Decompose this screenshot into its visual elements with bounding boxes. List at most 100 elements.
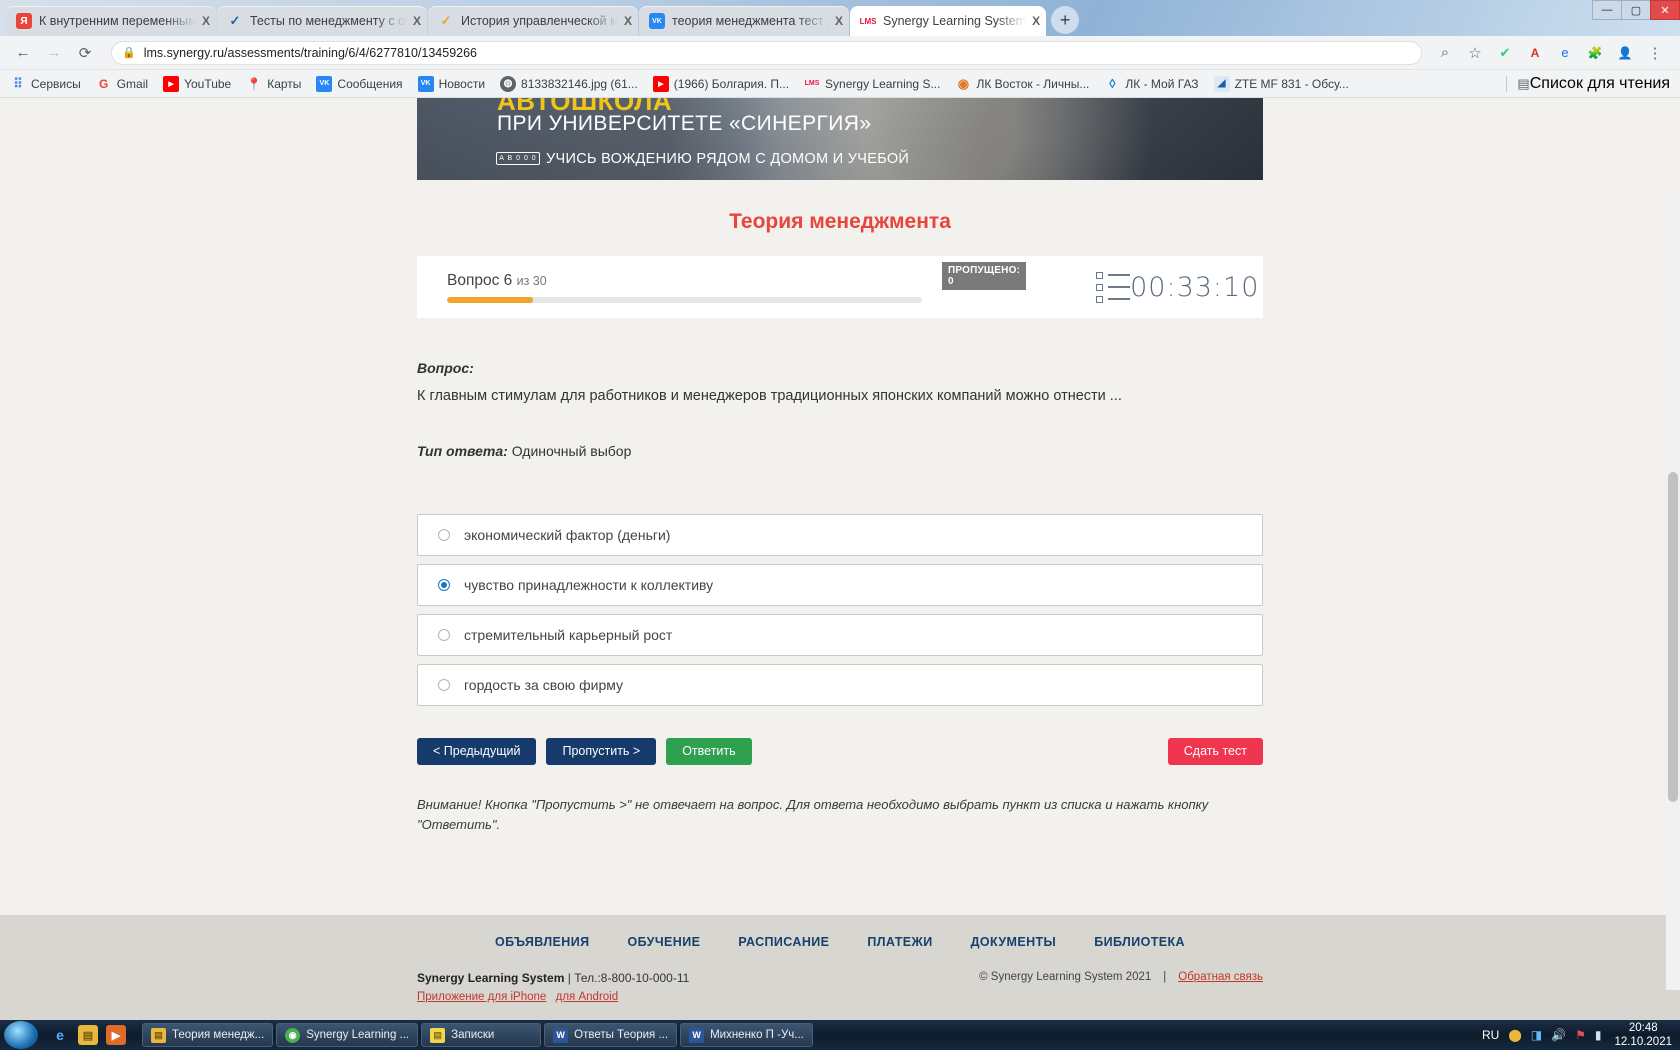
app-iphone-link[interactable]: Приложение для iPhone [417,991,546,1003]
previous-button[interactable]: < Предыдущий [417,737,537,765]
question-progress-block: Вопрос 6 из 30 [447,272,922,303]
bookmark-item[interactable]: ▶ (1966) Болгария. П... [652,75,790,92]
bookmark-label: 8133832146.jpg (61... [521,76,638,91]
bookmark-item[interactable]: 📍 Карты [246,76,302,92]
advertisement-banner[interactable]: АВТОШКОЛА ПРИ УНИВЕРСИТЕТЕ «СИНЕРГИЯ» A … [417,98,1263,180]
tab-close-icon[interactable]: X [413,14,421,28]
footer-link-library[interactable]: БИБЛИОТЕКА [1094,935,1185,949]
minimize-button[interactable]: — [1592,0,1622,20]
bookmark-item[interactable]: ◍ 8133832146.jpg (61... [500,75,638,92]
taskbar-clock[interactable]: 20:48 12.10.2021 [1610,1021,1672,1050]
browser-tab-1[interactable]: ✓ Тесты по менеджменту с ответа X [217,6,427,36]
footer-link-training[interactable]: ОБУЧЕНИЕ [627,935,700,949]
browser-tab-0[interactable]: Я К внутренним переменным орг X [6,6,216,36]
bookmark-item[interactable]: ◉ ЛК Восток - Личны... [955,76,1090,92]
address-bar[interactable]: 🔒 lms.synergy.ru/assessments/training/6/… [111,40,1422,65]
taskbar-item-label: Ответы Теория ... [574,1029,669,1041]
browser-tab-2[interactable]: ✓ История управленческой мысл X [428,6,638,36]
chrome-menu-icon[interactable]: ⋮ [1642,40,1668,66]
bookmark-item[interactable]: ▶ YouTube [163,75,231,92]
page-scrollbar[interactable] [1666,192,1680,990]
reload-icon[interactable]: ⟳ [72,40,98,66]
bookmark-label: Карты [267,76,302,91]
puzzle-extension-icon[interactable]: 🧩 [1582,40,1608,66]
vk-icon: VK [316,75,333,92]
media-player-icon[interactable]: ▶ [106,1025,126,1045]
taskbar-item-label: Synergy Learning ... [306,1029,410,1041]
shield-extension-icon[interactable]: ✔ [1492,40,1518,66]
gas-drop-icon: ◊ [1109,76,1116,91]
footer-link-schedule[interactable]: РАСПИСАНИЕ [738,935,829,949]
list-view-icon[interactable] [1096,271,1131,303]
forward-icon[interactable]: → [41,40,67,66]
answer-option[interactable]: стремительный карьерный рост [417,613,1263,656]
bookmark-item[interactable]: ⠿ Сервисы [10,76,80,92]
answer-button[interactable]: Ответить [666,737,752,765]
tab-title: теория менеджмента тест для с [672,14,829,28]
answer-option[interactable]: гордость за свою фирму [417,663,1263,706]
answer-option[interactable]: экономический фактор (деньги) [417,513,1263,556]
radio-button-icon[interactable] [438,528,450,541]
quiz-notice: Внимание! Кнопка "Пропустить >" не отвеч… [417,796,1209,832]
pdf-extension-icon[interactable]: A [1522,40,1548,66]
new-tab-button[interactable]: + [1051,6,1080,34]
quick-launch-bar: e ▤ ▶ [44,1025,132,1045]
maximize-button[interactable]: ▢ [1621,0,1651,20]
taskbar-item[interactable]: ▤ Теория менедж... [142,1023,274,1047]
flag-icon[interactable]: ⚑ [1575,1028,1586,1042]
feedback-link[interactable]: Обратная связь [1178,971,1263,983]
word-icon: W [553,1027,569,1043]
network-icon[interactable]: ◨ [1531,1028,1542,1042]
radio-button-icon-selected[interactable] [438,578,450,591]
tab-title: К внутренним переменным орг [39,14,196,28]
signal-icon[interactable]: ▮ [1595,1028,1602,1042]
youtube-icon: ▶ [163,75,180,92]
navigation-bar: ← → ⟳ 🔒 lms.synergy.ru/assessments/train… [0,36,1680,70]
radio-button-icon[interactable] [438,628,450,641]
tab-close-icon[interactable]: X [1032,14,1040,28]
taskbar-item[interactable]: ▤ Записки [421,1023,542,1047]
footer-link-announcements[interactable]: ОБЪЯВЛЕНИЯ [495,935,589,949]
url-text: lms.synergy.ru/assessments/training/6/4/… [143,45,478,60]
bookmark-label: (1966) Болгария. П... [673,76,790,91]
tab-close-icon[interactable]: X [624,14,632,28]
back-icon[interactable]: ← [10,40,36,66]
zoom-icon[interactable]: ⌕ [1432,40,1458,66]
bookmark-item[interactable]: VK Новости [417,75,485,92]
bookmark-item[interactable]: ◢ ZTE MF 831 - Обсу... [1213,75,1349,92]
blue-extension-icon[interactable]: e [1552,40,1578,66]
radio-button-icon[interactable] [438,678,450,691]
answer-option-selected[interactable]: чувство принадлежности к коллективу [417,563,1263,606]
footer-link-payments[interactable]: ПЛАТЕЖИ [867,935,932,949]
footer-link-documents[interactable]: ДОКУМЕНТЫ [971,935,1057,949]
footer-nav: ОБЪЯВЛЕНИЯ ОБУЧЕНИЕ РАСПИСАНИЕ ПЛАТЕЖИ Д… [0,915,1680,949]
reading-list-button[interactable]: ▤ Список для чтения [1506,75,1670,93]
volume-icon[interactable]: 🔊 [1551,1028,1566,1042]
ie-icon[interactable]: e [50,1025,70,1045]
bookmark-item[interactable]: VK Сообщения [316,75,403,92]
taskbar-item[interactable]: W Ответы Теория ... [544,1023,678,1047]
skip-button[interactable]: Пропустить > [546,737,657,765]
scrollbar-thumb[interactable] [1668,472,1678,802]
close-window-button[interactable]: ✕ [1650,0,1680,20]
submit-test-button[interactable]: Сдать тест [1167,737,1263,765]
explorer-icon[interactable]: ▤ [78,1025,98,1045]
youtube-icon: ▶ [652,75,669,92]
browser-tab-3[interactable]: VK теория менеджмента тест для с X [639,6,849,36]
bookmark-item[interactable]: G Gmail [96,76,148,92]
taskbar-item[interactable]: ◉ Synergy Learning ... [276,1023,419,1047]
tab-title: Тесты по менеджменту с ответа [250,14,407,28]
bookmark-star-icon[interactable]: ☆ [1462,40,1488,66]
browser-tab-4-active[interactable]: LMS Synergy Learning System X [850,6,1047,36]
question-counter: Вопрос 6 из 30 [447,272,922,290]
tab-close-icon[interactable]: X [835,14,843,28]
profile-avatar-icon[interactable]: 👤 [1612,40,1638,66]
bookmark-item[interactable]: LMS Synergy Learning S... [804,76,941,92]
tab-close-icon[interactable]: X [202,14,210,28]
taskbar-item[interactable]: W Михненко П -Уч... [680,1023,813,1047]
app-android-link[interactable]: для Android [556,991,618,1003]
start-button[interactable] [4,1021,38,1049]
shield-icon[interactable]: ⬤ [1508,1028,1521,1042]
language-indicator[interactable]: RU [1482,1028,1499,1042]
bookmark-item[interactable]: ◊ ЛК - Мой ГАЗ [1104,76,1198,92]
